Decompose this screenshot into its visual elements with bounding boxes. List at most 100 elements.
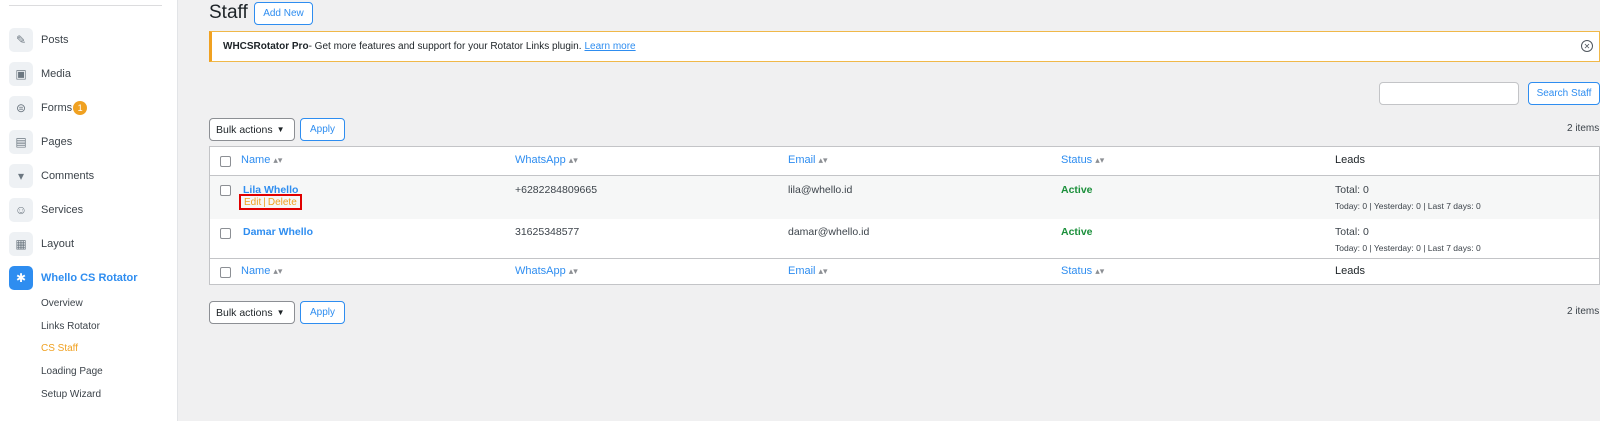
- submenu-cs-staff[interactable]: CS Staff: [41, 343, 78, 354]
- column-header-status[interactable]: Status ▴▾: [1061, 154, 1104, 166]
- notice-text: - Get more features and support for your…: [308, 41, 582, 52]
- column-header-email[interactable]: Email ▴▾: [788, 154, 828, 166]
- column-header-whatsapp[interactable]: WhatsApp ▴▾: [515, 265, 578, 277]
- sidebar-item-label: Whello CS Rotator: [41, 272, 138, 284]
- table-footer-row: Name ▴▾ WhatsApp ▴▾ Email ▴▾ Status ▴▾ Leads: [210, 259, 1599, 285]
- table-header-row: Name ▴▾ WhatsApp ▴▾ Email ▴▾ Status ▴▾ Leads: [210, 147, 1599, 176]
- column-label: WhatsApp: [515, 265, 566, 277]
- admin-sidebar: ✎ Posts ▣ Media ⊜ Forms 1 ▤ Pages ▾ Comm…: [0, 0, 178, 421]
- column-header-leads: Leads: [1335, 265, 1365, 277]
- sidebar-item-label: Pages: [41, 136, 73, 148]
- sidebar-item-label: Media: [41, 68, 71, 80]
- column-header-name[interactable]: Name ▴▾: [241, 154, 282, 166]
- staff-table: Name ▴▾ WhatsApp ▴▾ Email ▴▾ Status ▴▾ Leads…: [209, 146, 1600, 285]
- bulk-actions-label: Bulk actions: [216, 123, 273, 136]
- gear-icon: ✱: [9, 266, 33, 290]
- column-label: Status: [1061, 265, 1093, 277]
- sidebar-item-posts[interactable]: ✎ Posts: [9, 28, 169, 52]
- sidebar-item-label: Comments: [41, 170, 95, 182]
- email-cell: damar@whello.id: [788, 226, 870, 238]
- apply-button-bottom[interactable]: Apply: [300, 301, 345, 324]
- sidebar-item-comments[interactable]: ▾ Comments: [9, 164, 169, 188]
- column-label: Email: [788, 154, 816, 166]
- row-actions: Edit | Delete: [239, 194, 302, 210]
- submenu-overview[interactable]: Overview: [41, 298, 83, 309]
- close-icon[interactable]: ✕: [1581, 40, 1593, 52]
- pages-icon: ▤: [9, 130, 33, 154]
- sort-icon: ▴▾: [1095, 266, 1105, 276]
- sidebar-item-pages[interactable]: ▤ Pages: [9, 130, 169, 154]
- submenu-setup-wizard[interactable]: Setup Wizard: [41, 389, 101, 400]
- row-checkbox[interactable]: [220, 185, 231, 196]
- chevron-down-icon: ▼: [276, 308, 285, 317]
- bulk-actions-label: Bulk actions: [216, 306, 273, 319]
- submenu-loading-page[interactable]: Loading Page: [41, 366, 103, 377]
- chevron-down-icon: ▼: [276, 125, 285, 134]
- sidebar-item-label: Services: [41, 204, 84, 216]
- sort-icon: ▴▾: [818, 266, 828, 276]
- notification-badge: 1: [73, 101, 88, 115]
- column-header-leads: Leads: [1335, 154, 1365, 166]
- sort-icon: ▴▾: [568, 266, 578, 276]
- whatsapp-cell: +6282284809665: [515, 184, 598, 196]
- sidebar-item-services[interactable]: ☺ Services: [9, 198, 169, 222]
- table-row: Lila Whello +6282284809665 lila@whello.i…: [210, 176, 1599, 219]
- sidebar-item-media[interactable]: ▣ Media: [9, 62, 169, 86]
- leads-detail: Today: 0 | Yesterday: 0 | Last 7 days: 0: [1335, 243, 1481, 253]
- column-header-status[interactable]: Status ▴▾: [1061, 265, 1104, 277]
- sort-icon: ▴▾: [818, 155, 828, 165]
- whatsapp-cell: 31625348577: [515, 226, 580, 238]
- status-badge: Active: [1061, 226, 1093, 238]
- row-checkbox[interactable]: [220, 228, 231, 239]
- learn-more-link[interactable]: Learn more: [584, 41, 635, 52]
- select-all-checkbox[interactable]: [220, 156, 231, 167]
- column-label: Email: [788, 265, 816, 277]
- column-header-name[interactable]: Name ▴▾: [241, 265, 282, 277]
- column-label: Status: [1061, 154, 1093, 166]
- apply-button[interactable]: Apply: [300, 118, 345, 141]
- notice-brand: WHCSRotator Pro: [223, 41, 309, 52]
- sidebar-divider: [9, 5, 162, 6]
- separator: |: [263, 196, 266, 208]
- items-count: 2 items: [1567, 306, 1600, 317]
- email-cell: lila@whello.id: [788, 184, 853, 196]
- sort-icon: ▴▾: [1095, 155, 1105, 165]
- bulk-actions-select-bottom[interactable]: Bulk actions ▼: [209, 301, 295, 324]
- search-input[interactable]: [1379, 82, 1519, 105]
- sidebar-item-label: Layout: [41, 238, 75, 250]
- select-all-checkbox[interactable]: [220, 267, 231, 278]
- column-label: WhatsApp: [515, 154, 566, 166]
- media-icon: ▣: [9, 62, 33, 86]
- sort-icon: ▴▾: [273, 155, 283, 165]
- column-header-whatsapp[interactable]: WhatsApp ▴▾: [515, 154, 578, 166]
- column-label: Name: [241, 265, 271, 277]
- add-new-button[interactable]: Add New: [254, 2, 313, 25]
- edit-link[interactable]: Edit: [244, 197, 261, 208]
- items-count: 2 items: [1567, 123, 1600, 134]
- submenu-links-rotator[interactable]: Links Rotator: [41, 321, 100, 332]
- status-badge: Active: [1061, 184, 1093, 196]
- column-label: Name: [241, 154, 271, 166]
- leads-detail: Today: 0 | Yesterday: 0 | Last 7 days: 0: [1335, 201, 1481, 211]
- column-header-email[interactable]: Email ▴▾: [788, 265, 828, 277]
- sidebar-item-label: Posts: [41, 34, 69, 46]
- leads-total: Total: 0: [1335, 184, 1369, 196]
- table-row: Damar Whello 31625348577 damar@whello.id…: [210, 219, 1599, 259]
- search-staff-button[interactable]: Search Staff: [1528, 82, 1600, 105]
- sidebar-item-label: Forms: [41, 102, 73, 114]
- smile-icon: ☺: [9, 198, 33, 222]
- promo-notice: WHCSRotator Pro - Get more features and …: [209, 31, 1600, 62]
- sidebar-item-whello-cs-rotator[interactable]: ✱ Whello CS Rotator: [9, 266, 169, 290]
- pin-icon: ✎: [9, 28, 33, 52]
- sidebar-item-layout[interactable]: ▦ Layout: [9, 232, 169, 256]
- delete-link[interactable]: Delete: [268, 197, 297, 208]
- sidebar-item-forms[interactable]: ⊜ Forms 1: [9, 96, 169, 120]
- layout-icon: ▦: [9, 232, 33, 256]
- comment-icon: ▾: [9, 164, 33, 188]
- staff-name-link[interactable]: Damar Whello: [243, 226, 313, 238]
- sort-icon: ▴▾: [273, 266, 283, 276]
- sort-icon: ▴▾: [568, 155, 578, 165]
- leads-total: Total: 0: [1335, 226, 1369, 238]
- forms-icon: ⊜: [9, 96, 33, 120]
- bulk-actions-select[interactable]: Bulk actions ▼: [209, 118, 295, 141]
